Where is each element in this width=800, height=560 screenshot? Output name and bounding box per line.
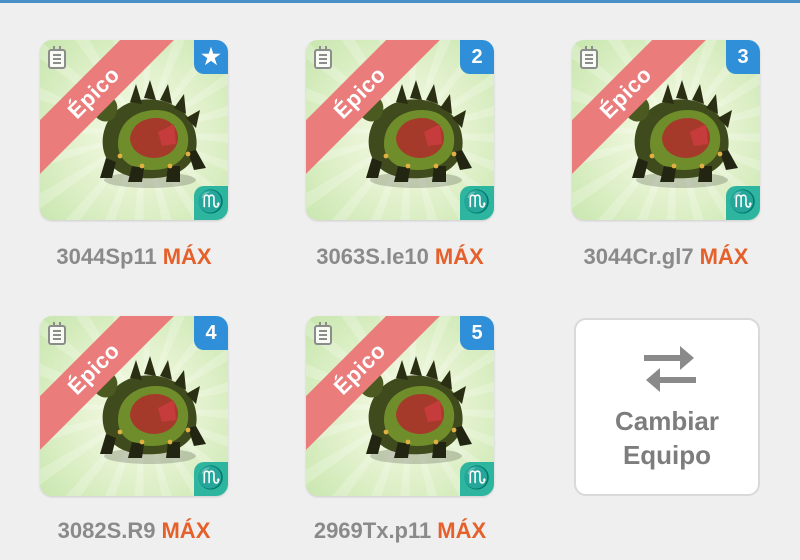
monster-name: 3082S.R9 [57, 518, 156, 543]
level-max: MÁX [699, 244, 749, 269]
monster-name: 2969Tx.p11 [313, 518, 432, 543]
calendar-icon [314, 46, 332, 69]
monster-label: 3044Cr.gl7 MÁX [556, 244, 776, 270]
level-max: MÁX [162, 244, 212, 269]
scorpio-element-icon: ♏ [194, 462, 228, 496]
change-team-line1: Cambiar [614, 406, 720, 436]
badge-text: 3 [737, 46, 749, 68]
monster-card[interactable]: Épico 2 ♏ [306, 40, 494, 220]
scorpio-element-icon: ♏ [460, 462, 494, 496]
team-slot-badge: 2 [460, 40, 494, 74]
monster-card[interactable]: Épico 4 ♏ [40, 316, 228, 496]
change-team-button[interactable]: Cambiar Equipo [574, 318, 760, 496]
badge-text: 5 [471, 322, 483, 344]
scorpio-element-icon: ♏ [194, 186, 228, 220]
badge-text: 2 [471, 46, 483, 68]
calendar-icon [580, 46, 598, 69]
level-max: MÁX [434, 244, 484, 269]
badge-text: 4 [205, 322, 217, 344]
scorpio-element-icon: ♏ [726, 186, 760, 220]
change-team-line2: Equipo [622, 440, 712, 470]
monster-card[interactable]: Épico 5 ♏ [306, 316, 494, 496]
monster-label: 2969Tx.p11 MÁX [290, 518, 510, 544]
team-slot-badge: 3 [726, 40, 760, 74]
monster-card[interactable]: Épico ★ ♏ [40, 40, 228, 220]
monster-name: 3044Cr.gl7 [583, 244, 694, 269]
leader-star-badge: ★ [194, 40, 228, 74]
calendar-icon [48, 322, 66, 345]
monster-label: 3082S.R9 MÁX [24, 518, 244, 544]
monster-name: 3063S.le10 [316, 244, 429, 269]
monster-card[interactable]: Épico 3 ♏ [572, 40, 760, 220]
team-slot-badge: 4 [194, 316, 228, 350]
level-max: MÁX [161, 518, 211, 543]
scorpio-element-icon: ♏ [460, 186, 494, 220]
level-max: MÁX [437, 518, 487, 543]
team-slot-badge: 5 [460, 316, 494, 350]
badge-text: ★ [201, 44, 221, 69]
change-team-label: Cambiar Equipo [576, 404, 758, 472]
monster-name: 3044Sp11 [56, 244, 157, 269]
calendar-icon [314, 322, 332, 345]
monster-label: 3063S.le10 MÁX [290, 244, 510, 270]
monster-label: 3044Sp11 MÁX [24, 244, 244, 270]
calendar-icon [48, 46, 66, 69]
top-border [0, 0, 800, 3]
swap-arrows-icon [644, 346, 696, 392]
